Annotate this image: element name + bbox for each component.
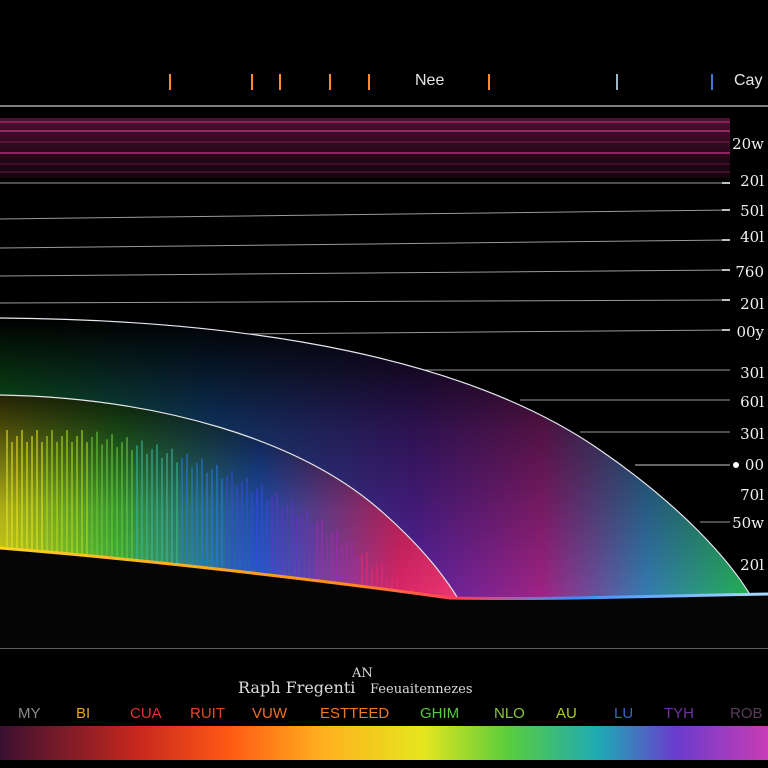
legend-item: MY — [18, 705, 41, 722]
legend-item: ESTTEED — [320, 705, 390, 722]
y-tick-label: 30l — [740, 425, 764, 443]
y-tick-label: 60l — [740, 393, 764, 411]
spectral-bar — [101, 444, 103, 572]
legend-item: NLO — [494, 705, 525, 722]
legend-item: RUIT — [190, 705, 225, 722]
top-label-cay: Cay — [734, 72, 763, 89]
legend-item: GHIM — [420, 705, 460, 722]
spectral-bar — [136, 445, 138, 570]
spectral-bar — [6, 430, 8, 549]
spectral-bar — [46, 436, 48, 560]
spectral-bar — [26, 442, 28, 563]
spectral-bar — [276, 493, 278, 579]
legend-item: CUA — [130, 705, 162, 722]
y-tick-label: 20l — [740, 172, 764, 190]
spectral-bar — [66, 430, 68, 556]
magenta-band — [0, 118, 730, 178]
legend-item: AU — [556, 705, 577, 722]
spectral-bar — [16, 436, 18, 556]
y-tick-label: 00 — [744, 456, 764, 474]
spectral-bar — [161, 457, 163, 578]
spectral-bar — [56, 442, 58, 567]
spectral-bar — [186, 453, 188, 569]
spectral-bar — [191, 467, 193, 582]
spectral-bar — [286, 504, 288, 586]
spectral-bar — [61, 436, 63, 561]
spectral-bar — [11, 442, 13, 562]
spectrum-color-bar — [0, 726, 768, 760]
spectral-bar — [216, 464, 218, 572]
legend-item: TYH — [664, 705, 694, 722]
chart-subtitle: Feeuaitennezes — [370, 682, 473, 697]
spectral-bar — [51, 430, 53, 554]
spectral-bar — [106, 439, 108, 566]
spectral-bar — [76, 436, 78, 563]
y-tick-label: 50w — [732, 514, 764, 532]
spectral-bar — [156, 444, 158, 566]
spectral-bar — [36, 430, 38, 552]
spectral-bar — [141, 440, 143, 564]
top-label-nee: Nee — [415, 72, 445, 89]
spectral-bar — [111, 434, 113, 561]
spectral-bar — [351, 540, 353, 587]
spectral-bar — [41, 442, 43, 565]
spectral-bar — [231, 471, 233, 574]
spectral-bar — [81, 430, 83, 557]
spectral-bar — [126, 437, 128, 562]
y-tick-label: 50l — [740, 202, 764, 220]
spectral-bar — [86, 442, 88, 570]
spectral-bar — [381, 563, 383, 591]
spectral-bar — [21, 430, 23, 551]
legend-item: VUW — [252, 705, 287, 722]
spectral-bar — [246, 477, 248, 576]
spectral-bar — [116, 447, 118, 573]
spectral-bar — [176, 462, 178, 580]
spectral-bar — [301, 513, 303, 588]
spectral-bar — [196, 463, 198, 576]
spectral-bar — [306, 510, 308, 582]
legend-item: LU — [614, 705, 634, 722]
legend-item: BI — [76, 705, 91, 722]
spectral-bar — [366, 551, 368, 589]
chart-root: Nee Cay 20w 20l 50l 40l 760 20l 00y 30l … — [0, 0, 768, 768]
y-tick-label: 30l — [740, 364, 764, 382]
spectral-bar — [201, 458, 203, 571]
spectral-bar — [256, 488, 258, 583]
spectral-bar — [181, 457, 183, 575]
spectral-bar — [171, 448, 173, 567]
spectral-bar — [146, 453, 148, 577]
y-tick-label: 20l — [740, 295, 764, 313]
chart-title: Raph Fregenti — [238, 678, 356, 697]
spectral-bar — [241, 481, 243, 581]
y-tick-label: 40l — [740, 228, 764, 246]
spectral-bar — [211, 468, 213, 578]
y-tick-label: 760 — [735, 263, 764, 281]
spectral-bar — [271, 496, 273, 585]
y-tick-label: 00y — [736, 323, 764, 341]
spectral-bar — [151, 449, 153, 571]
spectral-bar — [96, 431, 98, 559]
spectral-bar — [31, 436, 33, 558]
y-tick-label: 70l — [740, 486, 764, 504]
y-tick-label: 20l — [740, 556, 764, 574]
spectral-bar — [226, 474, 228, 580]
spectral-bar — [131, 450, 133, 575]
spectral-bar — [336, 530, 338, 586]
chart-title-mark: AN — [352, 666, 373, 681]
legend-item: ROB — [730, 705, 763, 722]
spectral-bar — [71, 442, 73, 568]
spectral-bar — [321, 520, 323, 584]
spectral-bar — [166, 453, 168, 573]
spectral-bar — [121, 442, 123, 568]
spectral-bar — [91, 436, 93, 565]
spectral-bar — [261, 485, 263, 577]
y-tick-label: 20w — [732, 135, 764, 153]
chart-canvas — [0, 74, 768, 649]
spectral-bar — [291, 501, 293, 581]
